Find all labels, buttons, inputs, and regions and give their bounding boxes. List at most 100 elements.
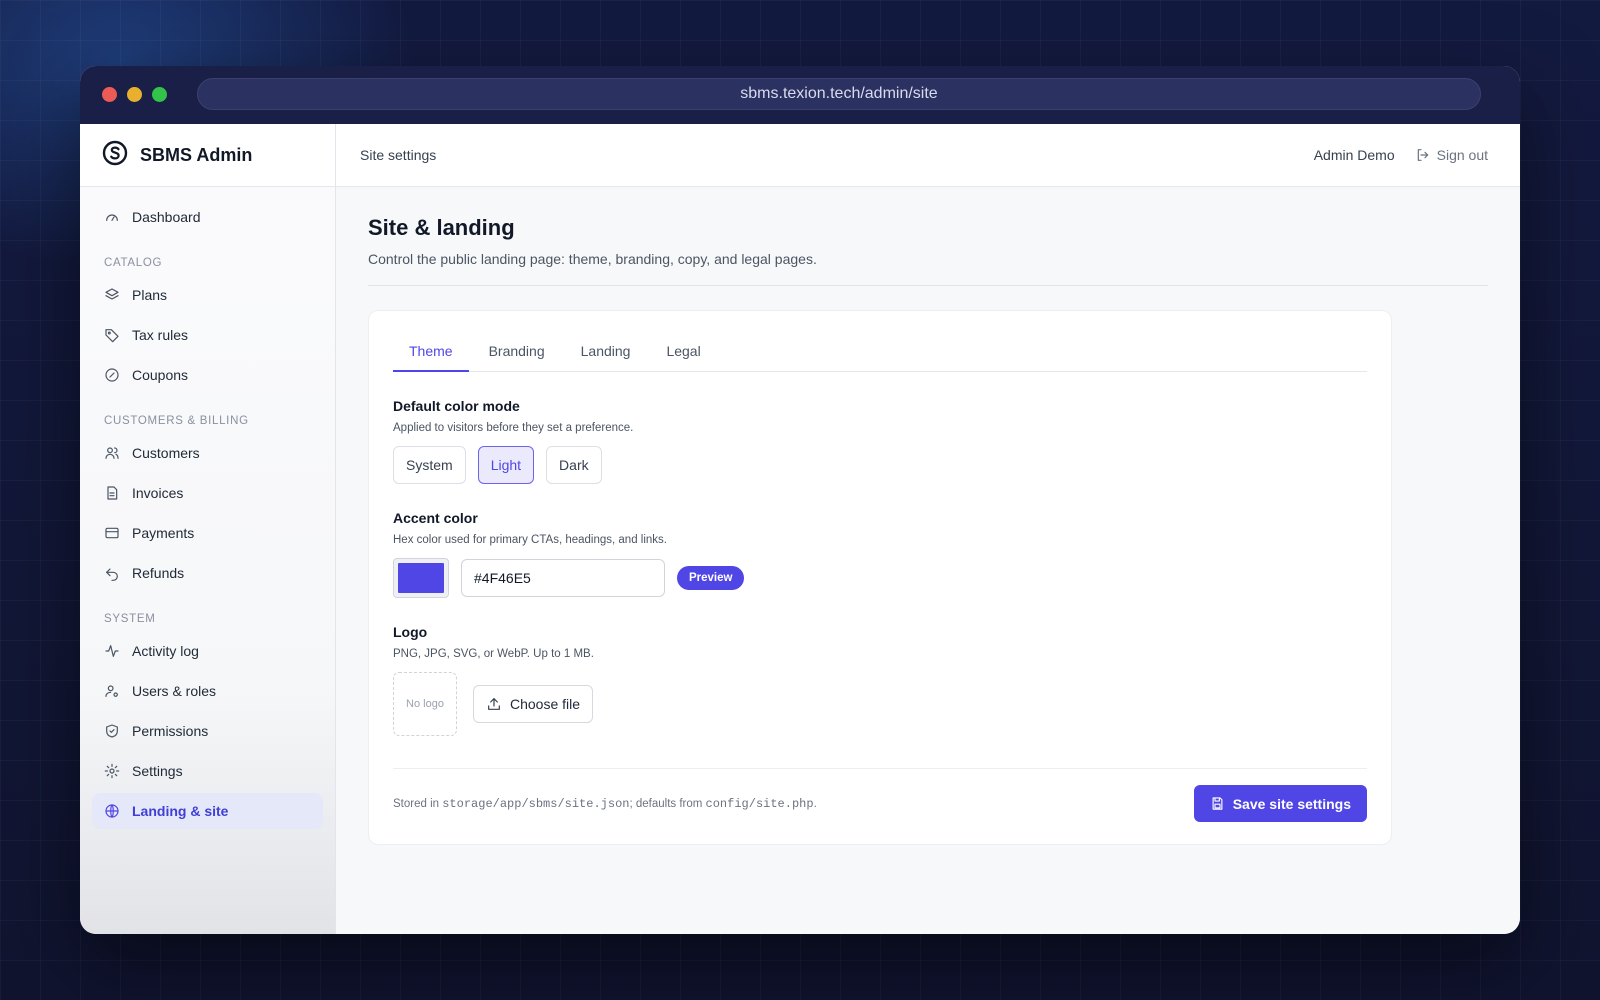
sidebar-item-label: Dashboard: [132, 209, 201, 225]
tab-landing[interactable]: Landing: [565, 331, 647, 371]
sidebar-item-tax-rules[interactable]: Tax rules: [92, 317, 323, 353]
sidebar-item-label: Customers: [132, 445, 200, 461]
sidebar: SBMS Admin Dashboard CATALOG Plans Tax r…: [80, 124, 336, 934]
choose-file-button[interactable]: Choose file: [473, 685, 594, 723]
storage-note-suffix: .: [813, 797, 817, 810]
page-content: Site & landing Control the public landin…: [336, 187, 1520, 845]
file-icon: [107, 486, 118, 500]
sidebar-item-coupons[interactable]: Coupons: [92, 357, 323, 393]
storage-note-middle: ; defaults from: [629, 797, 706, 810]
save-icon: [1212, 797, 1223, 810]
brand-name: SBMS Admin: [140, 144, 253, 165]
app-shell: SBMS Admin Dashboard CATALOG Plans Tax r…: [80, 124, 1520, 934]
accent-color-help: Hex color used for primary CTAs, heading…: [393, 534, 667, 546]
tab-theme[interactable]: Theme: [393, 331, 469, 372]
color-mode-system-button[interactable]: System: [393, 446, 466, 484]
sidebar-item-label: Plans: [132, 287, 168, 303]
topbar: Site settings Admin Demo Sign out: [336, 124, 1520, 187]
sidebar-item-activity-log[interactable]: Activity log: [92, 633, 323, 669]
sidebar-item-label: Payments: [132, 525, 195, 541]
main-area: Site settings Admin Demo Sign out Site &…: [336, 124, 1520, 934]
sidebar-item-permissions[interactable]: Permissions: [92, 713, 323, 749]
storage-note-prefix: Stored in: [393, 797, 443, 810]
undo-icon: [106, 568, 118, 581]
logo-label: Logo: [393, 624, 428, 640]
accent-color-field: Accent color Hex color used for primary …: [393, 510, 1367, 598]
settings-card: Theme Branding Landing Legal Default col…: [368, 310, 1392, 845]
sign-out-button[interactable]: Sign out: [1415, 147, 1488, 163]
sidebar-item-label: Activity log: [132, 643, 199, 659]
page-title: Site & landing: [368, 215, 515, 240]
gauge-icon: [106, 214, 118, 221]
maximize-window-button[interactable]: [152, 87, 167, 102]
accent-preview-badge: Preview: [677, 566, 745, 590]
percent-badge-icon: [105, 368, 119, 382]
defaults-path: config/site.php: [705, 796, 814, 811]
sidebar-item-label: Coupons: [132, 367, 189, 383]
choose-file-label: Choose file: [510, 696, 581, 712]
sidebar-section-customers-billing: CUSTOMERS & BILLING: [104, 415, 249, 427]
settings-tabs: Theme Branding Landing Legal: [393, 331, 1367, 372]
credit-card-icon: [105, 527, 119, 539]
topbar-right: Admin Demo Sign out: [1314, 147, 1488, 163]
log-out-icon: [1417, 149, 1428, 161]
sidebar-item-invoices[interactable]: Invoices: [92, 475, 323, 511]
card-footer: Stored in storage/app/sbms/site.json; de…: [393, 768, 1367, 822]
accent-color-swatch: [398, 563, 444, 593]
close-window-button[interactable]: [102, 87, 117, 102]
color-mode-dark-button[interactable]: Dark: [546, 446, 602, 484]
sidebar-item-label: Landing & site: [132, 803, 229, 819]
layers-icon: [105, 288, 119, 300]
shield-check-icon: [106, 724, 118, 738]
current-user-name: Admin Demo: [1313, 147, 1395, 163]
sidebar-item-label: Invoices: [132, 485, 184, 501]
accent-color-row: Preview: [393, 558, 1367, 598]
sidebar-item-landing-site[interactable]: Landing & site: [92, 793, 323, 829]
tab-branding[interactable]: Branding: [473, 331, 561, 371]
user-cog-icon: [105, 685, 118, 697]
sidebar-item-plans[interactable]: Plans: [92, 277, 323, 313]
tag-icon: [105, 329, 119, 343]
sidebar-item-label: Tax rules: [132, 327, 189, 343]
accent-color-label: Accent color: [393, 510, 478, 526]
save-site-settings-button[interactable]: Save site settings: [1193, 785, 1367, 822]
sidebar-item-label: Refunds: [132, 565, 185, 581]
accent-hex-input[interactable]: [461, 559, 665, 597]
tab-legal[interactable]: Legal: [650, 331, 716, 371]
color-mode-label: Default color mode: [393, 398, 520, 414]
color-mode-field: Default color mode Applied to visitors b…: [393, 398, 1367, 484]
sidebar-item-customers[interactable]: Customers: [92, 435, 323, 471]
upload-icon: [488, 698, 500, 710]
browser-window: sbms.texion.tech/admin/site SBMS Admin D…: [80, 66, 1520, 934]
storage-path: storage/app/sbms/site.json: [442, 796, 630, 811]
sidebar-nav: Dashboard CATALOG Plans Tax rules Coupon…: [80, 187, 335, 845]
logo-row: No logo Choose file: [393, 672, 1367, 736]
color-mode-light-button[interactable]: Light: [477, 446, 535, 484]
sidebar-item-dashboard[interactable]: Dashboard: [92, 199, 323, 235]
sidebar-item-payments[interactable]: Payments: [92, 515, 323, 551]
color-mode-help: Applied to visitors before they set a pr…: [393, 422, 634, 434]
window-controls: [102, 87, 167, 102]
address-bar[interactable]: sbms.texion.tech/admin/site: [197, 78, 1481, 110]
brand[interactable]: SBMS Admin: [80, 124, 335, 187]
gear-icon: [104, 763, 120, 779]
page-subtitle: Control the public landing page: theme, …: [368, 251, 1488, 286]
sidebar-item-label: Permissions: [132, 723, 209, 739]
activity-icon: [105, 645, 119, 657]
logo-field: Logo PNG, JPG, SVG, or WebP. Up to 1 MB.…: [393, 624, 1367, 736]
sidebar-item-label: Users & roles: [132, 683, 217, 699]
sidebar-item-settings[interactable]: Settings: [92, 753, 323, 789]
sidebar-section-catalog: CATALOG: [104, 257, 163, 269]
users-icon: [105, 447, 119, 459]
globe-icon: [105, 804, 119, 818]
browser-titlebar: sbms.texion.tech/admin/site: [80, 66, 1520, 124]
logo-placeholder: No logo: [393, 672, 457, 736]
sidebar-item-label: Settings: [132, 763, 183, 779]
breadcrumb: Site settings: [360, 147, 437, 163]
minimize-window-button[interactable]: [127, 87, 142, 102]
accent-color-picker[interactable]: [393, 558, 449, 598]
sidebar-item-users-roles[interactable]: Users & roles: [92, 673, 323, 709]
sidebar-item-refunds[interactable]: Refunds: [92, 555, 323, 591]
sidebar-section-system: SYSTEM: [104, 613, 156, 625]
s-logo-icon: [102, 140, 128, 171]
